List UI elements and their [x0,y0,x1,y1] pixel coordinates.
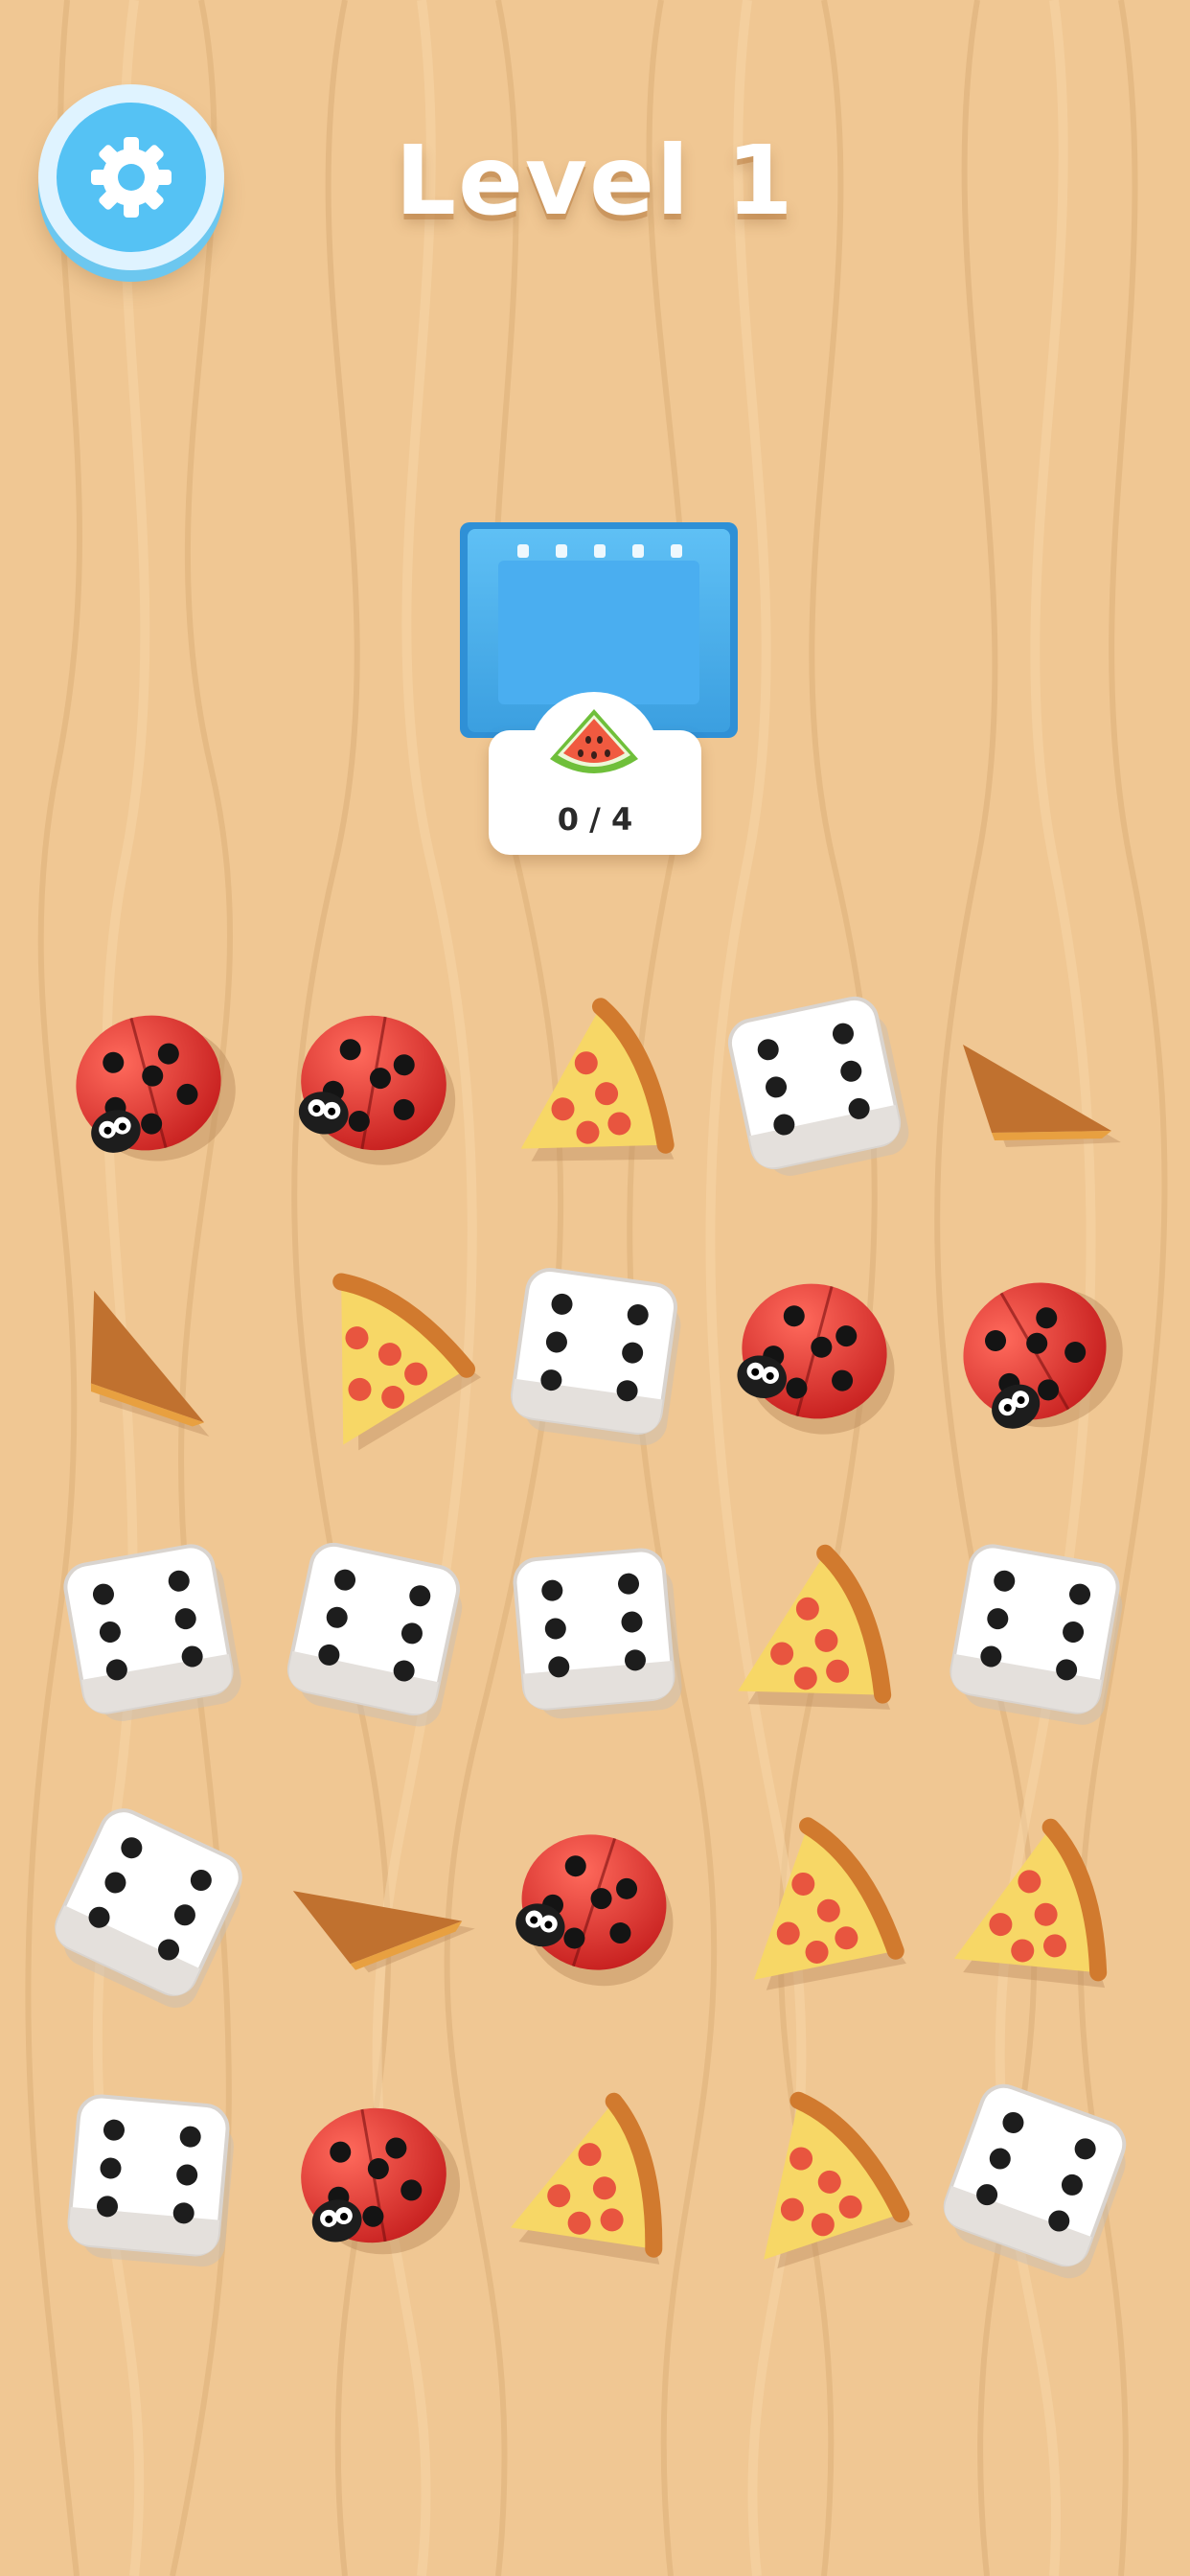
goal-progress: 0 / 4 [557,801,633,838]
die-tile[interactable] [935,2080,1138,2285]
pizza-slice-tile[interactable] [741,1817,907,1990]
watermelon-slice-icon [550,709,638,773]
pizza-slice-tile[interactable] [951,1813,1134,2002]
cone-tile[interactable] [59,1290,243,1441]
pizza-slice-tile[interactable] [508,2084,698,2279]
ladybug-tile[interactable] [723,1268,913,1451]
ladybug-tile[interactable] [60,997,250,1180]
goal-bubble [529,692,659,797]
item-grid [55,993,1148,2285]
ladybug-tile[interactable] [288,1004,469,1177]
cone-tile[interactable] [963,1045,1121,1147]
pizza-slice-tile[interactable] [520,998,687,1173]
die-tile[interactable] [66,2094,237,2268]
level-title: Level 1 [395,125,795,237]
ladybug-tile[interactable] [938,1251,1148,1457]
die-tile[interactable] [508,1267,686,1448]
die-tile[interactable] [947,1543,1130,1729]
pizza-slice-tile[interactable] [733,2082,916,2271]
die-tile[interactable] [725,993,912,1183]
ladybug-tile[interactable] [500,1816,696,2005]
pizza-slice-tile[interactable] [737,1544,911,1724]
die-tile[interactable] [62,1541,245,1727]
game-board [25,0,1168,2576]
die-tile[interactable] [513,1548,683,1722]
die-tile[interactable] [283,1540,469,1730]
ladybug-tile[interactable] [290,2095,470,2267]
